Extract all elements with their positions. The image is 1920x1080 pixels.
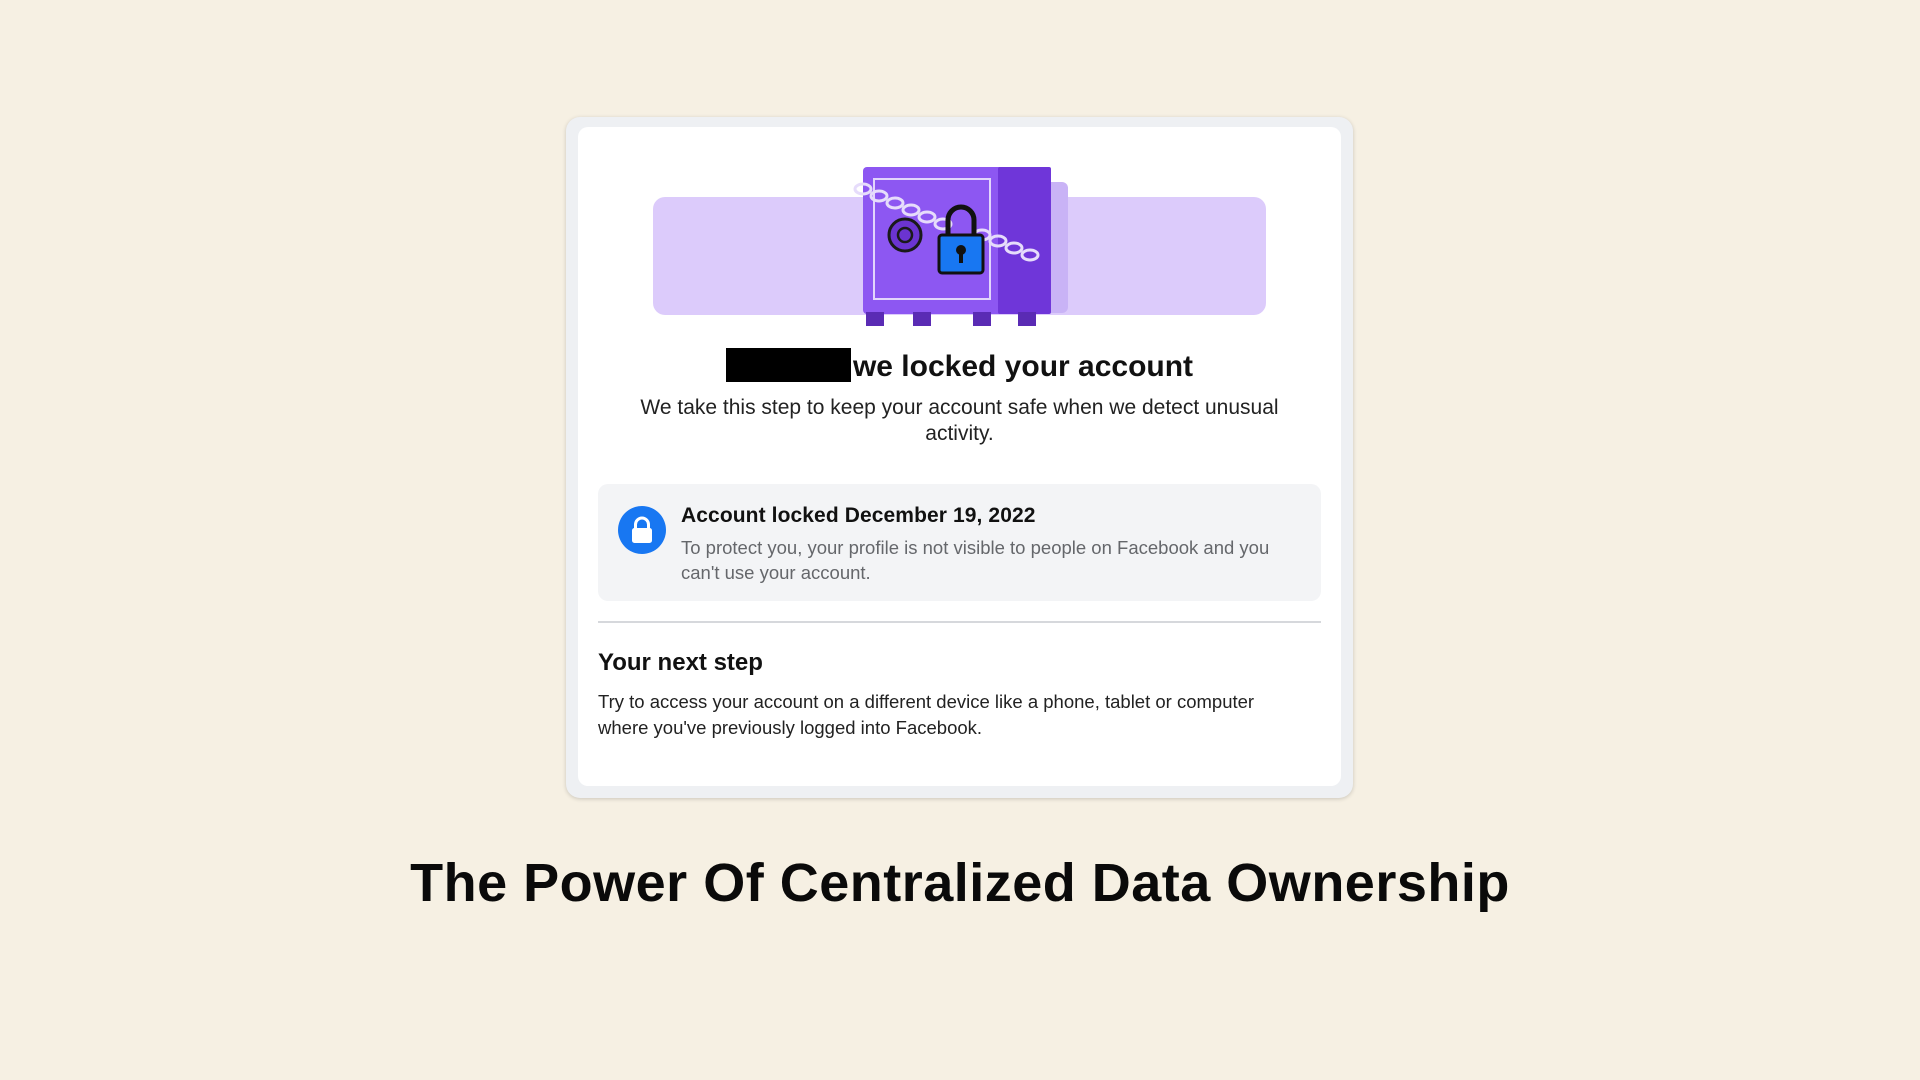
next-step-text: Try to access your account on a differen…: [598, 691, 1255, 738]
screenshot-frame: we locked your account We take this step…: [566, 117, 1353, 798]
page-title: we locked your account: [578, 347, 1341, 387]
headline-text: we locked your account: [852, 350, 1194, 383]
redacted-name: [725, 348, 851, 382]
account-locked-card: we locked your account We take this step…: [578, 127, 1341, 786]
next-step-title: Your next step: [598, 649, 763, 676]
caption: The Power Of Centralized Data Ownership: [410, 853, 1510, 913]
notice-title: Account locked December 19, 2022: [681, 504, 1036, 527]
locked-safe-illustration: [653, 167, 1266, 326]
subtitle: We take this step to keep your account s…: [640, 396, 1279, 445]
divider: [598, 621, 1321, 623]
account-locked-notice: Account locked December 19, 2022 To prot…: [598, 484, 1321, 601]
lock-icon: [618, 506, 666, 554]
notice-text: To protect you, your profile is not visi…: [681, 537, 1270, 583]
